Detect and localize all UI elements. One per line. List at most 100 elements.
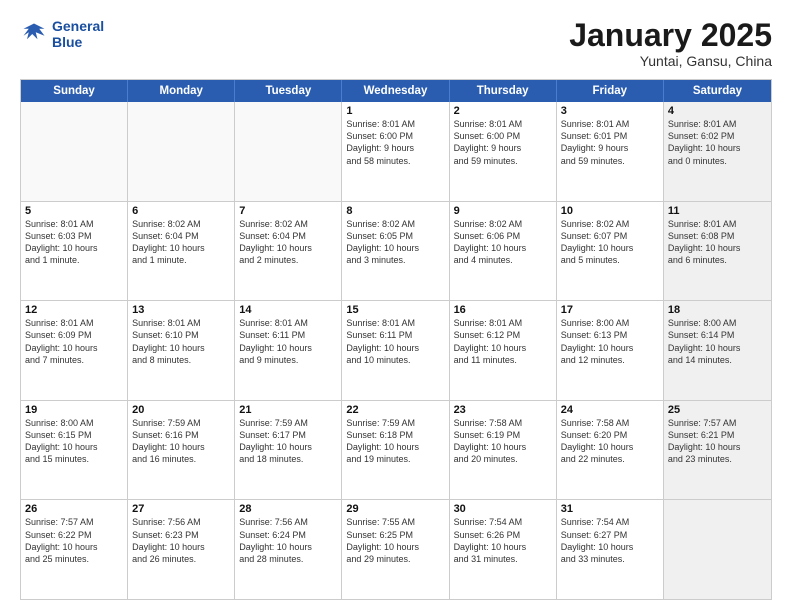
cal-cell-empty-4-6 xyxy=(664,500,771,599)
cal-cell-day-18: 18Sunrise: 8:00 AM Sunset: 6:14 PM Dayli… xyxy=(664,301,771,400)
cal-cell-day-20: 20Sunrise: 7:59 AM Sunset: 6:16 PM Dayli… xyxy=(128,401,235,500)
day-info: Sunrise: 8:01 AM Sunset: 6:00 PM Dayligh… xyxy=(346,118,444,167)
cal-cell-day-7: 7Sunrise: 8:02 AM Sunset: 6:04 PM Daylig… xyxy=(235,202,342,301)
day-number: 18 xyxy=(668,304,767,316)
cal-row-2: 12Sunrise: 8:01 AM Sunset: 6:09 PM Dayli… xyxy=(21,300,771,400)
cal-cell-day-1: 1Sunrise: 8:01 AM Sunset: 6:00 PM Daylig… xyxy=(342,102,449,201)
day-info: Sunrise: 7:54 AM Sunset: 6:27 PM Dayligh… xyxy=(561,516,659,565)
day-info: Sunrise: 8:01 AM Sunset: 6:00 PM Dayligh… xyxy=(454,118,552,167)
cal-row-4: 26Sunrise: 7:57 AM Sunset: 6:22 PM Dayli… xyxy=(21,499,771,599)
day-info: Sunrise: 8:02 AM Sunset: 6:04 PM Dayligh… xyxy=(239,218,337,267)
cal-cell-day-30: 30Sunrise: 7:54 AM Sunset: 6:26 PM Dayli… xyxy=(450,500,557,599)
cal-cell-day-2: 2Sunrise: 8:01 AM Sunset: 6:00 PM Daylig… xyxy=(450,102,557,201)
cal-cell-day-19: 19Sunrise: 8:00 AM Sunset: 6:15 PM Dayli… xyxy=(21,401,128,500)
day-number: 5 xyxy=(25,205,123,217)
day-info: Sunrise: 8:01 AM Sunset: 6:10 PM Dayligh… xyxy=(132,317,230,366)
day-number: 13 xyxy=(132,304,230,316)
day-number: 7 xyxy=(239,205,337,217)
cal-cell-day-5: 5Sunrise: 8:01 AM Sunset: 6:03 PM Daylig… xyxy=(21,202,128,301)
day-info: Sunrise: 8:00 AM Sunset: 6:15 PM Dayligh… xyxy=(25,417,123,466)
cal-cell-day-14: 14Sunrise: 8:01 AM Sunset: 6:11 PM Dayli… xyxy=(235,301,342,400)
cal-cell-day-10: 10Sunrise: 8:02 AM Sunset: 6:07 PM Dayli… xyxy=(557,202,664,301)
day-number: 22 xyxy=(346,404,444,416)
cal-cell-day-23: 23Sunrise: 7:58 AM Sunset: 6:19 PM Dayli… xyxy=(450,401,557,500)
cal-cell-empty-0-1 xyxy=(128,102,235,201)
cal-cell-day-24: 24Sunrise: 7:58 AM Sunset: 6:20 PM Dayli… xyxy=(557,401,664,500)
calendar-body: 1Sunrise: 8:01 AM Sunset: 6:00 PM Daylig… xyxy=(21,102,771,599)
logo: General Blue xyxy=(20,18,104,50)
header-day-monday: Monday xyxy=(128,80,235,102)
day-info: Sunrise: 7:56 AM Sunset: 6:23 PM Dayligh… xyxy=(132,516,230,565)
subtitle: Yuntai, Gansu, China xyxy=(569,53,772,69)
header: General Blue January 2025 Yuntai, Gansu,… xyxy=(20,18,772,69)
day-number: 27 xyxy=(132,503,230,515)
day-info: Sunrise: 7:57 AM Sunset: 6:21 PM Dayligh… xyxy=(668,417,767,466)
day-info: Sunrise: 7:58 AM Sunset: 6:19 PM Dayligh… xyxy=(454,417,552,466)
day-info: Sunrise: 8:02 AM Sunset: 6:06 PM Dayligh… xyxy=(454,218,552,267)
header-day-saturday: Saturday xyxy=(664,80,771,102)
calendar: SundayMondayTuesdayWednesdayThursdayFrid… xyxy=(20,79,772,600)
day-info: Sunrise: 7:59 AM Sunset: 6:18 PM Dayligh… xyxy=(346,417,444,466)
day-number: 20 xyxy=(132,404,230,416)
cal-cell-day-9: 9Sunrise: 8:02 AM Sunset: 6:06 PM Daylig… xyxy=(450,202,557,301)
cal-cell-day-4: 4Sunrise: 8:01 AM Sunset: 6:02 PM Daylig… xyxy=(664,102,771,201)
cal-cell-day-21: 21Sunrise: 7:59 AM Sunset: 6:17 PM Dayli… xyxy=(235,401,342,500)
day-number: 26 xyxy=(25,503,123,515)
cal-row-0: 1Sunrise: 8:01 AM Sunset: 6:00 PM Daylig… xyxy=(21,102,771,201)
month-title: January 2025 xyxy=(569,18,772,53)
calendar-header: SundayMondayTuesdayWednesdayThursdayFrid… xyxy=(21,80,771,102)
day-number: 31 xyxy=(561,503,659,515)
day-number: 19 xyxy=(25,404,123,416)
day-number: 4 xyxy=(668,105,767,117)
day-number: 24 xyxy=(561,404,659,416)
day-number: 14 xyxy=(239,304,337,316)
day-info: Sunrise: 8:00 AM Sunset: 6:13 PM Dayligh… xyxy=(561,317,659,366)
day-info: Sunrise: 8:01 AM Sunset: 6:11 PM Dayligh… xyxy=(346,317,444,366)
day-number: 28 xyxy=(239,503,337,515)
day-number: 29 xyxy=(346,503,444,515)
cal-cell-day-16: 16Sunrise: 8:01 AM Sunset: 6:12 PM Dayli… xyxy=(450,301,557,400)
day-number: 23 xyxy=(454,404,552,416)
cal-cell-day-31: 31Sunrise: 7:54 AM Sunset: 6:27 PM Dayli… xyxy=(557,500,664,599)
cal-cell-day-6: 6Sunrise: 8:02 AM Sunset: 6:04 PM Daylig… xyxy=(128,202,235,301)
day-info: Sunrise: 7:55 AM Sunset: 6:25 PM Dayligh… xyxy=(346,516,444,565)
day-number: 2 xyxy=(454,105,552,117)
day-number: 1 xyxy=(346,105,444,117)
day-number: 3 xyxy=(561,105,659,117)
header-day-friday: Friday xyxy=(557,80,664,102)
day-number: 16 xyxy=(454,304,552,316)
day-info: Sunrise: 8:02 AM Sunset: 6:04 PM Dayligh… xyxy=(132,218,230,267)
day-number: 25 xyxy=(668,404,767,416)
day-info: Sunrise: 8:01 AM Sunset: 6:08 PM Dayligh… xyxy=(668,218,767,267)
day-number: 17 xyxy=(561,304,659,316)
day-info: Sunrise: 8:00 AM Sunset: 6:14 PM Dayligh… xyxy=(668,317,767,366)
cal-cell-day-13: 13Sunrise: 8:01 AM Sunset: 6:10 PM Dayli… xyxy=(128,301,235,400)
cal-cell-empty-0-0 xyxy=(21,102,128,201)
header-day-tuesday: Tuesday xyxy=(235,80,342,102)
day-number: 6 xyxy=(132,205,230,217)
day-info: Sunrise: 8:01 AM Sunset: 6:11 PM Dayligh… xyxy=(239,317,337,366)
title-area: January 2025 Yuntai, Gansu, China xyxy=(569,18,772,69)
cal-cell-day-3: 3Sunrise: 8:01 AM Sunset: 6:01 PM Daylig… xyxy=(557,102,664,201)
cal-cell-day-22: 22Sunrise: 7:59 AM Sunset: 6:18 PM Dayli… xyxy=(342,401,449,500)
day-number: 9 xyxy=(454,205,552,217)
day-info: Sunrise: 8:02 AM Sunset: 6:05 PM Dayligh… xyxy=(346,218,444,267)
day-info: Sunrise: 7:58 AM Sunset: 6:20 PM Dayligh… xyxy=(561,417,659,466)
day-info: Sunrise: 7:59 AM Sunset: 6:17 PM Dayligh… xyxy=(239,417,337,466)
cal-cell-day-29: 29Sunrise: 7:55 AM Sunset: 6:25 PM Dayli… xyxy=(342,500,449,599)
day-info: Sunrise: 7:59 AM Sunset: 6:16 PM Dayligh… xyxy=(132,417,230,466)
day-info: Sunrise: 8:01 AM Sunset: 6:02 PM Dayligh… xyxy=(668,118,767,167)
day-info: Sunrise: 8:01 AM Sunset: 6:09 PM Dayligh… xyxy=(25,317,123,366)
cal-cell-day-12: 12Sunrise: 8:01 AM Sunset: 6:09 PM Dayli… xyxy=(21,301,128,400)
cal-cell-day-26: 26Sunrise: 7:57 AM Sunset: 6:22 PM Dayli… xyxy=(21,500,128,599)
header-day-thursday: Thursday xyxy=(450,80,557,102)
day-info: Sunrise: 8:01 AM Sunset: 6:12 PM Dayligh… xyxy=(454,317,552,366)
header-day-wednesday: Wednesday xyxy=(342,80,449,102)
day-number: 21 xyxy=(239,404,337,416)
day-info: Sunrise: 7:57 AM Sunset: 6:22 PM Dayligh… xyxy=(25,516,123,565)
day-number: 30 xyxy=(454,503,552,515)
cal-cell-day-28: 28Sunrise: 7:56 AM Sunset: 6:24 PM Dayli… xyxy=(235,500,342,599)
day-info: Sunrise: 7:56 AM Sunset: 6:24 PM Dayligh… xyxy=(239,516,337,565)
cal-cell-day-8: 8Sunrise: 8:02 AM Sunset: 6:05 PM Daylig… xyxy=(342,202,449,301)
cal-cell-day-27: 27Sunrise: 7:56 AM Sunset: 6:23 PM Dayli… xyxy=(128,500,235,599)
